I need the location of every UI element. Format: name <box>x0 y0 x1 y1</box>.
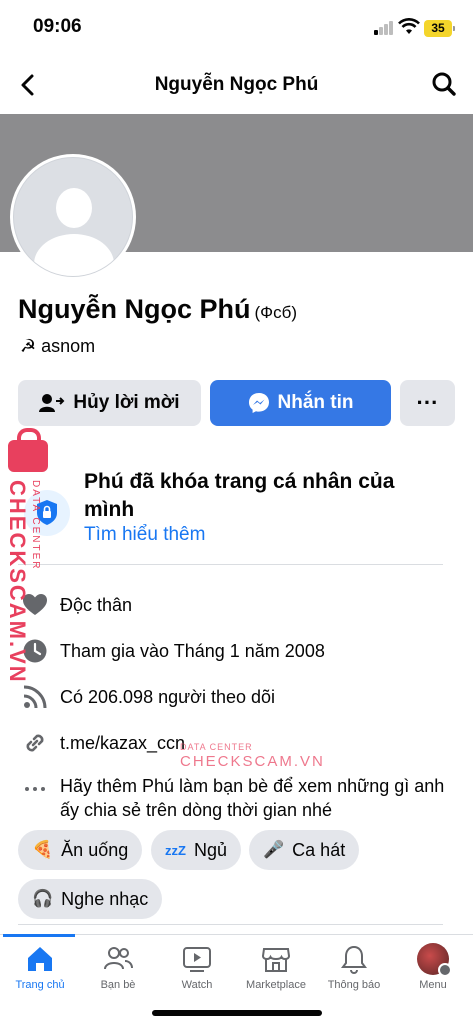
page-title: Nguyễn Ngọc Phú <box>154 74 319 95</box>
tab-watch[interactable]: Watch <box>157 943 237 991</box>
learn-more-link[interactable]: Tìm hiểu thêm <box>84 524 205 546</box>
hobby-label: Nghe nhạc <box>61 888 149 909</box>
messenger-icon <box>248 393 269 413</box>
hobby-label: Ca hát <box>292 839 346 860</box>
divider <box>18 924 443 925</box>
message-button[interactable]: Nhắn tin <box>210 380 391 426</box>
microphone-icon: 🎤 <box>263 840 285 859</box>
tab-home[interactable]: Trang chủ <box>0 943 80 991</box>
profile-name-text: Nguyễn Ngọc Phú <box>18 294 251 324</box>
more-dots-icon <box>25 787 45 791</box>
active-tab-indicator <box>3 934 75 937</box>
hobby-chip[interactable]: 🍕 Ăn uống <box>18 830 143 870</box>
watermark-subtext: DATA CENTER <box>180 742 253 752</box>
pizza-icon: 🍕 <box>32 840 54 859</box>
watermark-text: CHECKSCAM.VN <box>180 753 325 770</box>
status-bar: 09:06 35 <box>0 0 473 56</box>
hobby-chip[interactable]: 🎤 Ca hát <box>249 830 360 870</box>
profile-alt-name: (Фсб) <box>254 303 297 322</box>
tab-notifications-label: Thông báo <box>327 979 381 991</box>
status-time: 09:06 <box>33 16 82 37</box>
bell-icon <box>341 945 367 974</box>
bottom-tab-bar: Trang chủ Bạn bè Watch Marketplace Thông… <box>0 934 473 1000</box>
headphones-icon: 🎧 <box>32 889 54 908</box>
joined-text: Tham gia vào Tháng 1 năm 2008 <box>60 641 325 661</box>
signal-icon <box>374 21 394 35</box>
battery-indicator: 35 <box>424 20 455 37</box>
hobby-label: Ngủ <box>193 839 227 860</box>
tab-home-label: Trang chủ <box>15 979 65 991</box>
cancel-friend-request-button[interactable]: Hủy lời mời <box>18 380 201 426</box>
watermark-lock-icon <box>8 428 48 472</box>
profile-subtitle: ☭ asnom <box>20 336 96 356</box>
locked-profile-title: Phú đã khóa trang cá nhân của mình <box>84 470 395 521</box>
tab-menu-label: Menu <box>419 979 447 991</box>
profile-avatar[interactable] <box>10 154 136 280</box>
rss-icon <box>23 685 47 709</box>
wifi-icon <box>398 18 420 34</box>
more-options-button[interactable]: ··· <box>400 380 455 426</box>
home-icon <box>28 947 52 971</box>
menu-badge-icon <box>438 963 452 977</box>
tab-marketplace-label: Marketplace <box>246 979 306 991</box>
hobby-label: Ăn uống <box>61 839 129 860</box>
friends-icon <box>104 947 133 970</box>
watermark-text: CHECKSCAM.VN <box>5 480 30 684</box>
hobby-chip[interactable]: 🎧 Nghe nhạc <box>18 879 163 919</box>
tab-watch-label: Watch <box>181 979 213 991</box>
add-friend-hint-text: Hãy thêm Phú làm bạn bè để xem những gì … <box>60 776 445 820</box>
search-icon[interactable] <box>431 71 457 97</box>
link-icon <box>26 734 44 752</box>
menu-avatar <box>417 943 452 977</box>
watermark-subtext: DATA CENTER <box>30 480 41 571</box>
top-nav: Nguyễn Ngọc Phú <box>0 56 473 114</box>
divider <box>18 564 443 565</box>
profile-name: Nguyễn Ngọc Phú (Фсб) <box>18 294 297 325</box>
cancel-friend-request-label: Hủy lời mời <box>73 392 180 413</box>
link-text[interactable]: t.me/kazax_ccn <box>60 731 185 755</box>
home-indicator <box>152 1010 322 1016</box>
tab-friends-label: Bạn bè <box>100 979 136 991</box>
tab-notifications[interactable]: Thông báo <box>314 943 394 991</box>
followers-text: Có 206.098 người theo dõi <box>60 687 276 707</box>
relationship-text: Độc thân <box>60 595 133 615</box>
tab-marketplace[interactable]: Marketplace <box>235 943 317 991</box>
watch-video-icon <box>183 947 211 972</box>
hobby-chip[interactable]: zzZ Ngủ <box>151 830 241 870</box>
tab-friends[interactable]: Bạn bè <box>78 943 158 991</box>
user-arrow-icon <box>39 394 65 412</box>
message-label: Nhắn tin <box>277 392 354 413</box>
sleep-icon: zzZ <box>165 842 186 858</box>
tab-menu[interactable]: Menu <box>393 943 473 991</box>
marketplace-store-icon <box>261 948 291 972</box>
locked-profile-notice: Phú đã khóa trang cá nhân của mình Tìm h… <box>0 458 473 563</box>
